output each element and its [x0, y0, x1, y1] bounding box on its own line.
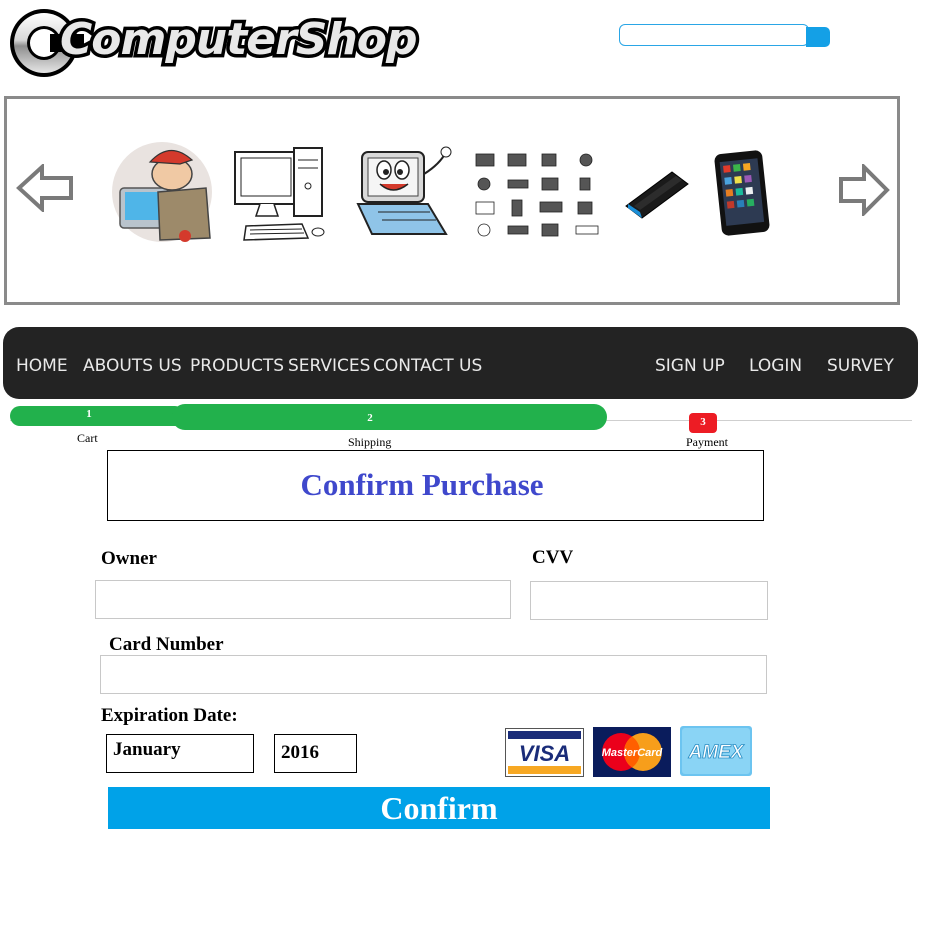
- step-2-label: Shipping: [348, 435, 392, 449]
- search-button[interactable]: [806, 27, 830, 47]
- logo-text: ComputerShop: [60, 14, 417, 65]
- arrow-left-icon[interactable]: [16, 164, 74, 212]
- expiration-label: Expiration Date:: [101, 705, 238, 726]
- owner-label: Owner: [101, 548, 157, 569]
- search-input[interactable]: [619, 24, 809, 46]
- nav-contact-us[interactable]: CONTACT US: [373, 356, 482, 376]
- step-1-number: 1: [86, 408, 92, 420]
- mastercard-text: MasterCard: [602, 747, 663, 759]
- smartphone-image[interactable]: [620, 166, 692, 222]
- nav-home[interactable]: HOME: [16, 356, 68, 376]
- amex-text: AMEX: [688, 742, 745, 763]
- card-number-input[interactable]: [100, 655, 767, 694]
- technician-image[interactable]: [110, 140, 218, 245]
- laptop-image[interactable]: [350, 146, 456, 242]
- owner-input[interactable]: [95, 580, 511, 619]
- nav-abouts-us[interactable]: ABOUTS US: [83, 356, 182, 376]
- cvv-input[interactable]: [530, 581, 768, 620]
- step-2-number: 2: [367, 412, 373, 424]
- step-3-label: Payment: [686, 435, 728, 449]
- mastercard-icon[interactable]: MasterCard: [593, 727, 671, 777]
- nav-services[interactable]: SERVICES: [288, 356, 370, 376]
- amex-card-icon[interactable]: AMEX: [680, 726, 752, 776]
- visa-text: VISA: [519, 741, 570, 766]
- nav-survey[interactable]: SURVEY: [827, 356, 894, 376]
- step-3-number: 3: [700, 416, 706, 428]
- step-1-label: Cart: [77, 431, 98, 445]
- nav-products[interactable]: PRODUCTS: [190, 356, 284, 376]
- visa-card-icon[interactable]: VISA: [505, 728, 584, 777]
- cvv-label: CVV: [532, 547, 574, 568]
- nav-sign-up[interactable]: SIGN UP: [655, 356, 725, 376]
- confirm-button[interactable]: Confirm: [108, 787, 770, 829]
- step-shipping-bar: [172, 404, 607, 430]
- page-title: Confirm Purchase: [300, 467, 544, 502]
- nav-login[interactable]: LOGIN: [749, 356, 802, 376]
- expiration-year-select[interactable]: 2016: [274, 734, 357, 773]
- card-number-label: Card Number: [109, 634, 224, 655]
- computershop-logo[interactable]: ComputerShop ComputerShop: [6, 4, 438, 82]
- expiration-month-select[interactable]: January: [106, 734, 254, 773]
- desktop-computer-image[interactable]: [232, 146, 330, 244]
- tablet-image[interactable]: [712, 148, 772, 236]
- arrow-right-icon[interactable]: [838, 164, 890, 216]
- components-grid-image[interactable]: [472, 150, 602, 238]
